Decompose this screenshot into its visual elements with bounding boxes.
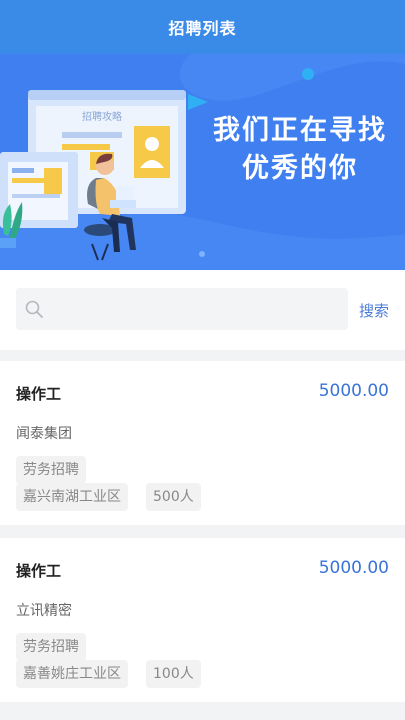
- banner-headline-line2: 优秀的你: [242, 153, 358, 184]
- banner-headline-line1: 我们正在寻找: [213, 115, 387, 146]
- job-card[interactable]: 操作工 5000.00 闻泰集团 劳务招聘 嘉兴南湖工业区 500人: [0, 361, 405, 525]
- top-navigation-bar: 招聘列表: [0, 0, 405, 54]
- search-icon: [25, 300, 43, 318]
- job-tag-headcount: 100人: [146, 660, 201, 688]
- job-tag-location: 嘉兴南湖工业区: [16, 483, 128, 511]
- search-box[interactable]: [16, 288, 348, 330]
- job-title: 操作工: [16, 385, 62, 403]
- search-button[interactable]: 搜索: [359, 300, 389, 321]
- job-card[interactable]: 操作工 5000.00 立讯精密 劳务招聘 嘉善姚庄工业区 100人: [0, 538, 405, 702]
- company-name: 闻泰集团: [16, 426, 72, 442]
- job-tag-category: 劳务招聘: [16, 633, 86, 661]
- company-name: 立讯精密: [16, 603, 72, 619]
- search-input[interactable]: [52, 288, 342, 330]
- job-title: 操作工: [16, 562, 62, 580]
- job-tag-location: 嘉善姚庄工业区: [16, 660, 128, 688]
- job-salary: 5000.00: [318, 381, 389, 401]
- job-salary: 5000.00: [318, 558, 389, 578]
- page-title: 招聘列表: [168, 19, 237, 38]
- banner-headline: 我们正在寻找 优秀的你: [213, 112, 387, 188]
- job-tag-category: 劳务招聘: [16, 456, 86, 484]
- search-section: 搜索: [0, 270, 405, 350]
- window-caption: 招聘攻略: [82, 110, 122, 123]
- recruitment-banner[interactable]: 招聘攻略 我们正在寻找 优秀的你: [0, 54, 405, 270]
- job-tag-headcount: 500人: [146, 483, 201, 511]
